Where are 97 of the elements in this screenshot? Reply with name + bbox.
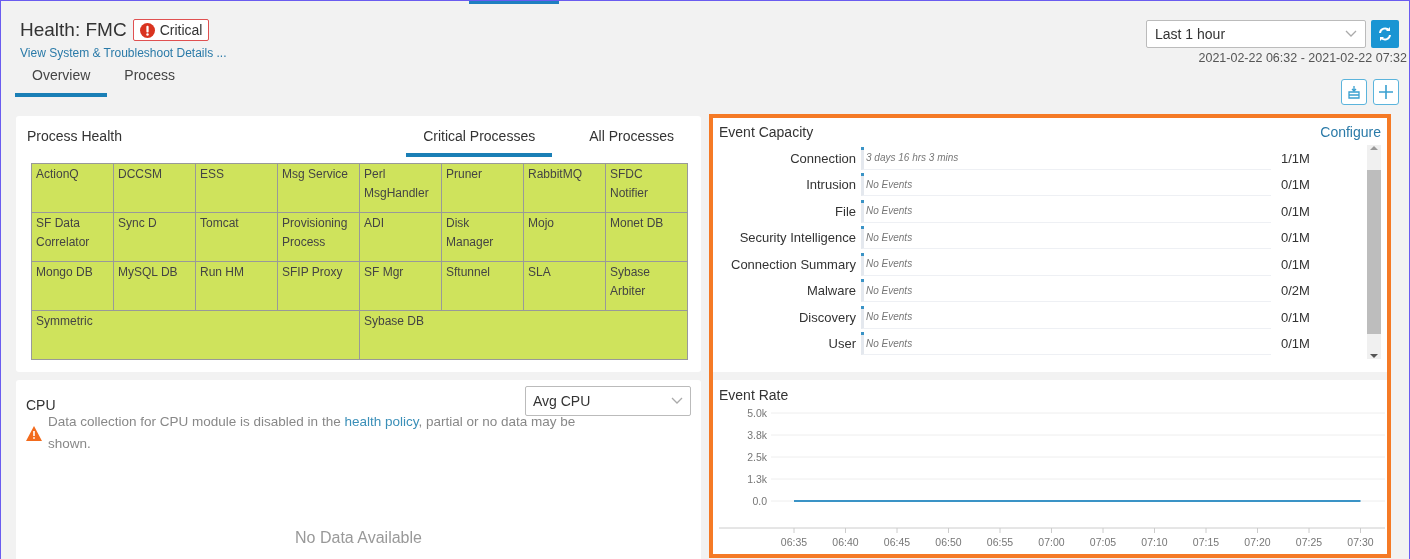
refresh-icon bbox=[1377, 26, 1393, 42]
process-cell[interactable]: Tomcat bbox=[196, 213, 278, 262]
capacity-detail: No Events bbox=[865, 284, 913, 296]
x-tick-label: 07:00 bbox=[1038, 536, 1065, 548]
capacity-count: 0/1M bbox=[1280, 336, 1311, 352]
process-cell[interactable]: Perl MsgHandler bbox=[360, 164, 442, 213]
event-type-label: User bbox=[827, 336, 857, 352]
export-button[interactable] bbox=[1341, 79, 1367, 105]
x-tick-label: 06:55 bbox=[986, 536, 1014, 548]
tab[interactable]: Process bbox=[107, 63, 192, 97]
capacity-count: 0/2M bbox=[1280, 283, 1311, 299]
warning-message: Data collection for CPU module is disabled in the health policy, partial or no data may be shown. bbox=[48, 413, 577, 453]
process-cell[interactable]: DCCSM bbox=[114, 164, 196, 213]
empty-message: No Data Available bbox=[294, 529, 423, 547]
process-cell[interactable]: SF Mgr bbox=[360, 262, 442, 311]
y-tick-label: 0.0 bbox=[752, 495, 767, 507]
capacity-detail: 3 days 16 hrs 3 mins bbox=[865, 152, 959, 164]
x-tick-label: 06:50 bbox=[935, 536, 962, 548]
event-type-label: Discovery bbox=[797, 309, 857, 325]
capacity-count: 0/1M bbox=[1280, 177, 1311, 193]
x-tick-label: 07:05 bbox=[1089, 536, 1117, 548]
tab[interactable]: Overview bbox=[15, 63, 108, 97]
event-type-label: File bbox=[834, 203, 857, 219]
scroll-up-icon[interactable] bbox=[1370, 145, 1378, 151]
event-type-label: Security Intelligence bbox=[738, 230, 857, 246]
process-cell[interactable]: Mojo bbox=[524, 213, 606, 262]
process-cell[interactable]: SFDC Notifier bbox=[606, 164, 688, 213]
tray-download-icon bbox=[1347, 85, 1361, 99]
process-cell[interactable]: ADI bbox=[360, 213, 442, 262]
y-tick-label: 2.5k bbox=[747, 451, 767, 463]
card-title: Event Capacity bbox=[719, 124, 814, 140]
card-title: Process Health bbox=[26, 128, 122, 144]
capacity-detail: No Events bbox=[865, 337, 913, 349]
capacity-detail: No Events bbox=[865, 258, 913, 270]
process-filter-tab[interactable]: Critical Processes bbox=[406, 126, 553, 157]
process-cell[interactable]: SLA bbox=[524, 262, 606, 311]
refresh-button[interactable] bbox=[1371, 20, 1399, 48]
process-cell[interactable]: Sync D bbox=[114, 213, 196, 262]
process-cell[interactable]: Disk Manager bbox=[442, 213, 524, 262]
capacity-detail: No Events bbox=[865, 231, 913, 243]
x-tick-label: 07:25 bbox=[1295, 536, 1323, 548]
y-tick-label: 3.8k bbox=[747, 429, 767, 441]
x-tick-label: 07:10 bbox=[1141, 536, 1168, 548]
time-range-select[interactable]: Last 1 hour bbox=[1146, 20, 1366, 48]
process-cell[interactable]: RabbitMQ bbox=[524, 164, 606, 213]
process-cell[interactable]: Mongo DB bbox=[32, 262, 114, 311]
y-tick-label: 1.3k bbox=[747, 473, 767, 485]
x-tick-label: 06:45 bbox=[883, 536, 911, 548]
status-badge: Critical bbox=[132, 19, 210, 41]
process-cell[interactable]: Monet DB bbox=[606, 213, 688, 262]
y-tick-label: 5.0k bbox=[747, 407, 767, 419]
scrollbar[interactable] bbox=[1367, 145, 1381, 359]
process-cell[interactable]: Sftunnel bbox=[442, 262, 524, 311]
time-range-text: 2021-02-22 06:32 - 2021-02-22 07:32 bbox=[1198, 51, 1407, 65]
process-cell[interactable]: Provisioning Process bbox=[278, 213, 360, 262]
x-tick-label: 07:30 bbox=[1347, 536, 1374, 548]
capacity-detail: No Events bbox=[865, 178, 913, 190]
process-cell[interactable]: SFIP Proxy bbox=[278, 262, 360, 311]
process-cell[interactable]: Sybase DB bbox=[360, 311, 688, 360]
capacity-count: 1/1M bbox=[1280, 150, 1311, 166]
details-link[interactable]: View System & Troubleshoot Details ... bbox=[20, 46, 227, 60]
process-cell[interactable]: Msg Service bbox=[278, 164, 360, 213]
x-tick-label: 07:15 bbox=[1192, 536, 1220, 548]
process-cell[interactable]: ActionQ bbox=[32, 164, 114, 213]
x-tick-label: 07:20 bbox=[1244, 536, 1271, 548]
process-cell[interactable]: Sybase Arbiter bbox=[606, 262, 688, 311]
x-tick-label: 06:35 bbox=[780, 536, 808, 548]
capacity-detail: No Events bbox=[865, 311, 913, 323]
chevron-down-icon bbox=[1345, 30, 1357, 38]
capacity-count: 0/1M bbox=[1280, 230, 1311, 246]
cpu-metric-select[interactable]: Avg CPU bbox=[525, 386, 691, 416]
capacity-detail: No Events bbox=[865, 205, 913, 217]
add-button[interactable] bbox=[1373, 79, 1399, 105]
warning-icon bbox=[26, 425, 42, 441]
process-cell[interactable]: Pruner bbox=[442, 164, 524, 213]
plus-icon bbox=[1378, 84, 1394, 100]
alert-icon bbox=[139, 22, 155, 38]
process-cell[interactable]: Run HM bbox=[196, 262, 278, 311]
event-type-label: Malware bbox=[805, 283, 857, 299]
capacity-count: 0/1M bbox=[1280, 203, 1311, 219]
capacity-count: 0/1M bbox=[1280, 309, 1311, 325]
process-filter-tab[interactable]: All Processes bbox=[572, 126, 691, 157]
process-cell[interactable]: MySQL DB bbox=[114, 262, 196, 311]
process-cell[interactable]: SF Data Correlator bbox=[32, 213, 114, 262]
event-type-label: Connection bbox=[789, 150, 857, 166]
event-type-label: Intrusion bbox=[805, 177, 857, 193]
event-type-label: Connection Summary bbox=[730, 256, 857, 272]
process-cell[interactable]: Symmetric bbox=[32, 311, 360, 360]
capacity-count: 0/1M bbox=[1280, 256, 1311, 272]
page-title: Health: FMC bbox=[20, 19, 127, 41]
configure-link[interactable]: Configure bbox=[1320, 124, 1381, 140]
x-tick-label: 06:40 bbox=[832, 536, 859, 548]
process-cell[interactable]: ESS bbox=[196, 164, 278, 213]
card-title: CPU bbox=[26, 396, 56, 413]
scroll-down-icon[interactable] bbox=[1370, 353, 1378, 359]
chevron-down-icon bbox=[671, 397, 683, 405]
card-title: Event Rate bbox=[719, 387, 790, 403]
